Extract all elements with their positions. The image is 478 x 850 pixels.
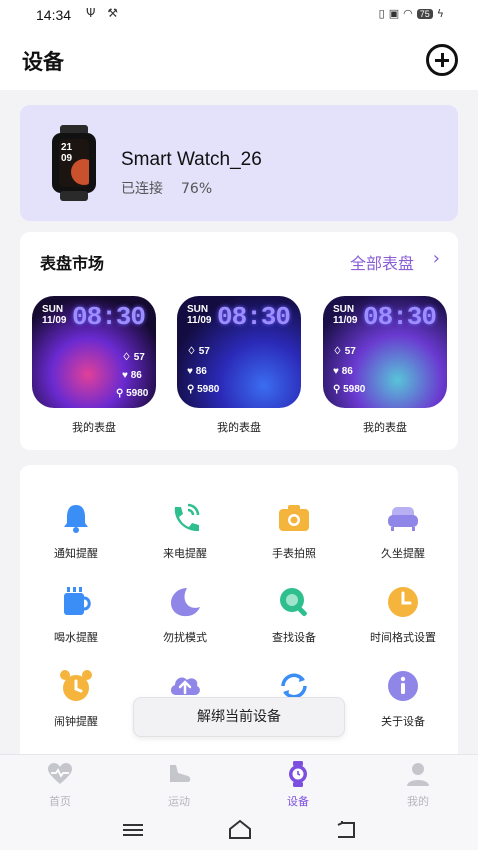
watch-face-3[interactable]: SUN 11/09 08:30 ♢ 57 ♥ 86 ⚲ 5980 bbox=[323, 296, 447, 408]
battery-icon: 75 bbox=[416, 8, 433, 19]
watch-icon bbox=[285, 761, 311, 787]
notification-reminder[interactable]: 通知提醒 bbox=[21, 501, 131, 561]
shoe-icon bbox=[166, 761, 192, 787]
search-icon bbox=[276, 585, 312, 619]
alarm-reminder[interactable]: 闹钟提醒 bbox=[21, 669, 131, 729]
cup-icon bbox=[58, 585, 94, 619]
call-reminder[interactable]: 来电提醒 bbox=[130, 501, 240, 561]
watch-face-3-label: 我的表盘 bbox=[363, 421, 407, 434]
watch-face-2[interactable]: SUN 11/09 08:30 ♢ 57 ♥ 86 ⚲ 5980 bbox=[177, 296, 301, 408]
info-icon bbox=[385, 669, 421, 703]
battery-level: 76% bbox=[181, 181, 213, 197]
about-device[interactable]: 关于设备 bbox=[348, 669, 458, 729]
menu-icon[interactable] bbox=[122, 822, 144, 838]
sim-icon: ▣ bbox=[388, 7, 400, 20]
status-right-icons: ▯ ▣ ◠ 75 ϟ bbox=[379, 7, 444, 20]
watch-face-1[interactable]: SUN 11/09 08:30 ♢ 57 ♥ 86 ⚲ 5980 bbox=[32, 296, 156, 408]
alarm-icon bbox=[58, 669, 94, 703]
status-time: 14:34 bbox=[36, 7, 72, 23]
device-status: 已连接 76% bbox=[121, 178, 230, 198]
page-title: 设备 bbox=[22, 50, 64, 74]
find-device[interactable]: 查找设备 bbox=[239, 585, 349, 645]
device-card[interactable]: 21 09 Smart Watch_26 已连接 76% bbox=[20, 105, 458, 221]
watch-face-market: 表盘市场 全部表盘 › SUN 11/09 08:30 ♢ 57 ♥ 86 ⚲ 5… bbox=[20, 232, 458, 450]
watch-time: 21 09 bbox=[61, 142, 73, 164]
back-icon[interactable] bbox=[334, 820, 358, 840]
watch-face-2-label: 我的表盘 bbox=[217, 421, 261, 434]
bottom-tab-bar: 首页 运动 设备 我的 bbox=[0, 754, 478, 810]
user-icon bbox=[405, 761, 431, 787]
device-name: Smart Watch_26 bbox=[121, 149, 262, 170]
watch-face-1-label: 我的表盘 bbox=[72, 421, 116, 434]
drink-reminder[interactable]: 喝水提醒 bbox=[21, 585, 131, 645]
wifi-icon: ◠ bbox=[403, 7, 413, 20]
all-faces-link[interactable]: 全部表盘 bbox=[350, 250, 414, 274]
chevron-right-icon[interactable]: › bbox=[433, 248, 440, 269]
home-icon[interactable] bbox=[227, 819, 253, 841]
camera-icon bbox=[276, 501, 312, 535]
tab-mine[interactable]: 我的 bbox=[373, 761, 463, 809]
sedentary-reminder[interactable]: 久坐提醒 bbox=[348, 501, 458, 561]
add-device-button[interactable] bbox=[426, 44, 458, 76]
watch-camera[interactable]: 手表拍照 bbox=[239, 501, 349, 561]
status-bar: 14:34 Ψ ⚒ ▯ ▣ ◠ 75 ϟ bbox=[0, 0, 478, 30]
heart-pulse-icon bbox=[47, 761, 73, 787]
unbind-device-button[interactable]: 解绑当前设备 bbox=[133, 697, 345, 737]
moon-icon bbox=[167, 585, 203, 619]
vibrate-icon: ▯ bbox=[378, 7, 385, 20]
connection-status: 已连接 bbox=[121, 181, 163, 197]
system-nav-bar bbox=[0, 810, 478, 850]
time-format-setting[interactable]: 时间格式设置 bbox=[348, 585, 458, 645]
tab-device[interactable]: 设备 bbox=[253, 761, 343, 809]
do-not-disturb[interactable]: 勿扰模式 bbox=[130, 585, 240, 645]
status-notification-icons: Ψ ⚒ bbox=[86, 6, 123, 20]
sofa-icon bbox=[385, 501, 421, 535]
watch-image: 21 09 bbox=[48, 125, 100, 201]
charging-icon: ϟ bbox=[436, 7, 444, 20]
tab-sport[interactable]: 运动 bbox=[134, 761, 224, 809]
phone-icon bbox=[167, 501, 203, 535]
header: 设备 bbox=[0, 30, 478, 90]
tab-home[interactable]: 首页 bbox=[15, 761, 105, 809]
clock-icon bbox=[385, 585, 421, 619]
market-title: 表盘市场 bbox=[40, 254, 105, 273]
bell-icon bbox=[58, 501, 94, 535]
